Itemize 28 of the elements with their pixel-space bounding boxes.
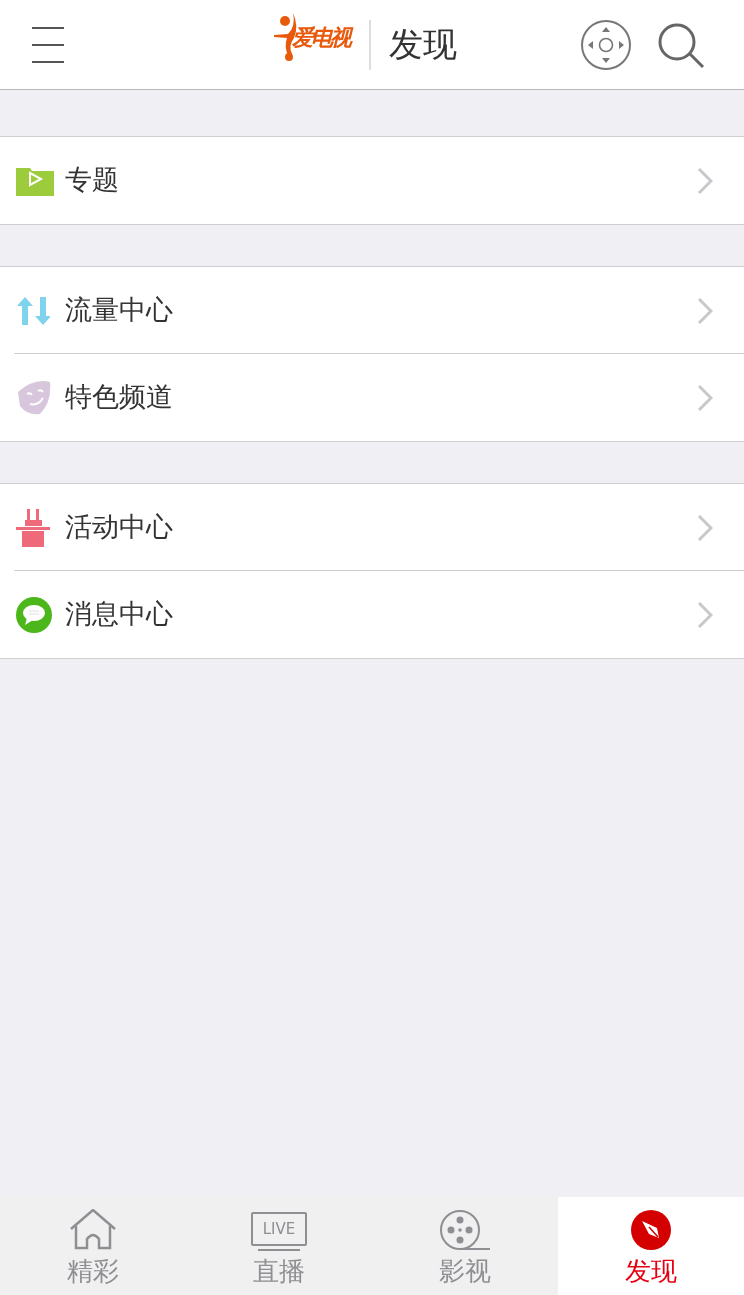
chevron-icon [697,513,713,542]
tab[interactable]: 发现 [558,1197,744,1295]
mask-icon [16,379,52,416]
menu-item[interactable]: 流量中心 [0,267,744,354]
chevron-icon [697,296,713,325]
menu-label: 消息中心 [65,597,173,632]
logo-text: 爱电视 [292,23,349,52]
menu-item[interactable]: 活动中心 [0,484,744,571]
menu-item[interactable]: 消息中心 [0,571,744,658]
menu-item[interactable]: 专题 [0,137,744,224]
page-title: 发现 [389,23,457,66]
menu-label: 专题 [65,163,119,198]
menu-label: 活动中心 [65,510,173,545]
menu-item[interactable]: 特色频道 [0,354,744,441]
up-down-arrows-icon [16,296,50,325]
menu-label: 流量中心 [65,293,173,328]
film-reel-icon [439,1209,491,1251]
remote-control-icon[interactable] [581,20,631,70]
home-icon [69,1209,117,1251]
folder-play-icon [16,165,54,196]
chevron-icon [697,166,713,195]
chevron-icon [697,600,713,629]
chevron-icon [697,383,713,412]
menu-label: 特色频道 [65,380,173,415]
compass-icon [630,1209,672,1251]
search-icon[interactable] [658,23,706,69]
menu-icon[interactable] [32,27,66,63]
chat-bubble-icon [16,596,52,633]
